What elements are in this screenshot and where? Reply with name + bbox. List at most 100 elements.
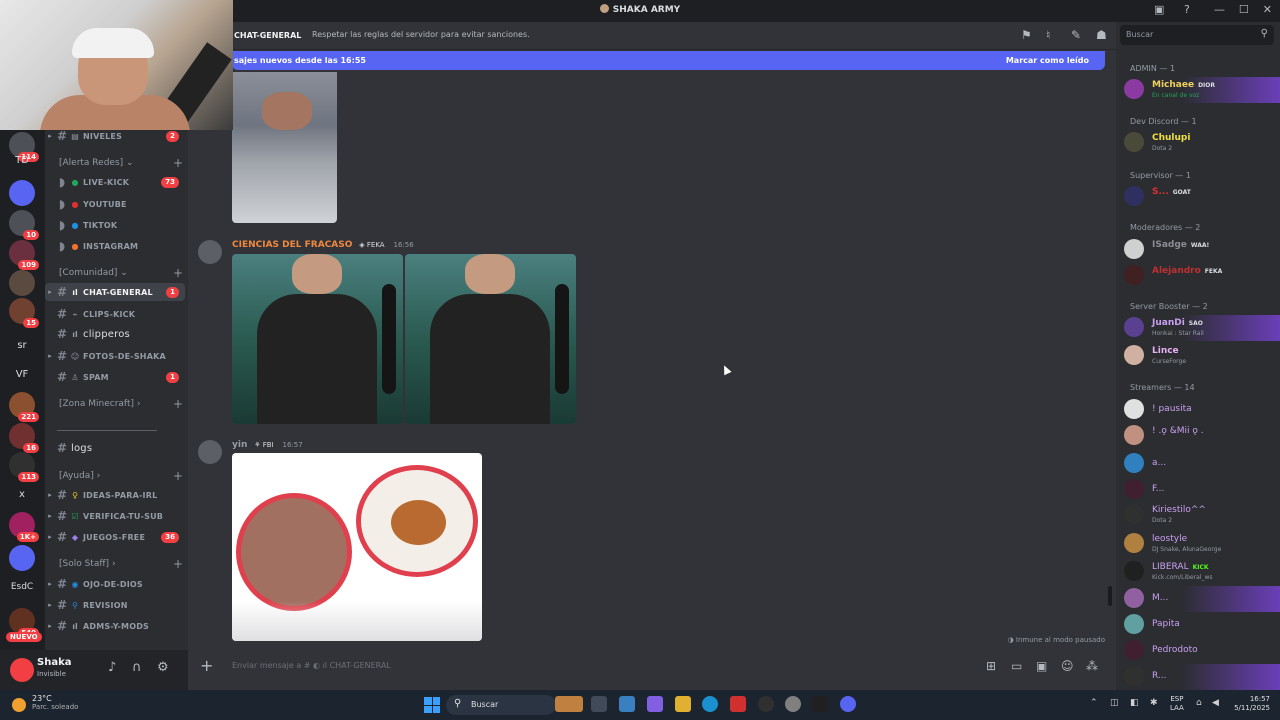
add-attachment-button[interactable]: +: [200, 656, 213, 675]
member-row[interactable]: M...: [1116, 586, 1280, 612]
discord-icon[interactable]: [840, 696, 856, 712]
category-zona-minecraft[interactable]: [Zona Minecraft] › +: [59, 397, 185, 411]
server-icon-vf[interactable]: VF: [9, 362, 35, 388]
copilot-icon[interactable]: [647, 696, 663, 712]
edge-icon[interactable]: [702, 696, 718, 712]
tray-chevron-icon[interactable]: ⌃: [1090, 698, 1098, 708]
new-messages-bar[interactable]: sajes nuevos desde las 16:55 Marcar como…: [232, 51, 1105, 70]
message-input[interactable]: Enviar mensaje a # ◐ ıl CHAT-GENERAL: [232, 661, 391, 670]
notepad-icon[interactable]: [619, 696, 635, 712]
channel-verifica-tu-sub[interactable]: ▸ # ☑ VERIFICA-TU-SUB: [45, 507, 185, 525]
close-button[interactable]: ✕: [1263, 3, 1272, 16]
channel-revision[interactable]: ▸ # ⚲ REVISION: [45, 596, 185, 614]
windows-start-icon[interactable]: [424, 697, 440, 713]
channel-niveles[interactable]: ▸ # ▤ NIVELES 2: [45, 130, 185, 145]
channel-clips-kick[interactable]: # ⌁ CLIPS-KICK: [45, 305, 185, 323]
tray-icon[interactable]: ◧: [1130, 698, 1139, 708]
image-attachment[interactable]: [232, 254, 403, 424]
obs-icon[interactable]: [758, 696, 774, 712]
weather-widget[interactable]: 23°C Parc. soleado: [12, 694, 78, 711]
emoji-icon[interactable]: ☺: [1061, 659, 1074, 673]
headphones-icon[interactable]: ∩: [132, 660, 142, 675]
member-row[interactable]: F...: [1116, 477, 1280, 503]
member-row[interactable]: Lince CurseForge: [1116, 343, 1280, 369]
server-icon-5[interactable]: [9, 270, 35, 296]
member-row[interactable]: leostyle DJ Snake, AlunaGeorge: [1116, 531, 1280, 557]
server-icon-3[interactable]: 10: [9, 210, 39, 240]
channel-ojo-de-dios[interactable]: ▸ # ◉ OJO-DE-DIOS: [45, 575, 185, 593]
taskbar-search[interactable]: ⚲ Buscar: [446, 695, 556, 715]
sticker-icon[interactable]: ▣: [1036, 659, 1047, 673]
app-icon[interactable]: [785, 696, 801, 712]
avatar[interactable]: [198, 440, 222, 464]
member-list-icon[interactable]: ☗: [1096, 28, 1107, 42]
category-ayuda[interactable]: [Ayuda] › +: [59, 469, 185, 483]
server-icon-td[interactable]: TD: [9, 148, 35, 174]
channel-adms-y-mods[interactable]: ▸ # ıl ADMS-Y-MODS: [45, 617, 185, 635]
add-channel-icon[interactable]: +: [173, 469, 183, 483]
member-row[interactable]: a...: [1116, 451, 1280, 477]
mark-as-read-button[interactable]: Marcar como leído: [1006, 56, 1089, 65]
member-row[interactable]: Michaee DIOR En canal de voz: [1116, 77, 1280, 103]
terminal-icon[interactable]: [812, 696, 828, 712]
server-icon-16[interactable]: 540: [9, 608, 39, 638]
help-icon[interactable]: ?: [1184, 3, 1190, 16]
member-row[interactable]: ! .ǫ &Mii ǫ .: [1116, 423, 1280, 449]
gift-icon[interactable]: ⊞: [986, 659, 996, 673]
server-icon-10[interactable]: 16: [9, 423, 39, 453]
member-row[interactable]: ISadge WAA!: [1116, 237, 1280, 263]
bluetooth-icon[interactable]: ✱: [1150, 698, 1158, 708]
settings-gear-icon[interactable]: ⚙: [157, 660, 169, 675]
avatar[interactable]: [198, 240, 222, 264]
tray-icon[interactable]: ◫: [1110, 698, 1119, 708]
channel-live-kick[interactable]: ◗ ● LIVE-KICK 73: [45, 173, 185, 191]
message-author[interactable]: CIENCIAS DEL FRACASO: [232, 240, 352, 250]
member-row[interactable]: JuanDi SAO Honkai : Star Rail: [1116, 315, 1280, 341]
channel-instagram[interactable]: ◗ ● INSTAGRAM: [45, 237, 185, 255]
search-input[interactable]: Buscar ⚲: [1120, 25, 1274, 45]
image-attachment[interactable]: [405, 254, 576, 424]
channel-logs[interactable]: # logs: [45, 439, 185, 457]
server-icon-esdc[interactable]: EsdC: [9, 574, 35, 600]
notifications-muted-icon[interactable]: ♮: [1046, 28, 1050, 42]
member-row[interactable]: Pedrodoto: [1116, 638, 1280, 664]
member-row[interactable]: R...: [1116, 664, 1280, 690]
message-author[interactable]: yin: [232, 440, 247, 450]
gif-icon[interactable]: ▭: [1011, 659, 1022, 673]
file-explorer-icon[interactable]: [675, 696, 691, 712]
member-row[interactable]: Papita: [1116, 612, 1280, 638]
member-row[interactable]: Chulupi Dota 2: [1116, 130, 1280, 156]
apps-icon[interactable]: ⁂: [1086, 659, 1098, 673]
message-composer[interactable]: + Enviar mensaje a # ◐ ıl CHAT-GENERAL ⊞…: [196, 653, 1108, 679]
maximize-button[interactable]: ☐: [1239, 3, 1249, 16]
search-highlight-icon[interactable]: [555, 696, 583, 712]
member-row[interactable]: ! pausita: [1116, 397, 1280, 423]
category-solo-staff[interactable]: [Solo Staff] › +: [59, 557, 185, 571]
task-view-icon[interactable]: [591, 696, 607, 712]
channel-fotos-de-shaka[interactable]: ▸ # ☺ FOTOS-DE-SHAKA: [45, 347, 185, 365]
server-icon-9[interactable]: 221: [9, 392, 39, 422]
channel-ideas-para-irl[interactable]: ▸ # ♀ IDEAS-PARA-IRL: [45, 486, 185, 504]
minimize-button[interactable]: —: [1214, 3, 1225, 16]
volume-icon[interactable]: ◀: [1212, 698, 1219, 708]
server-folder-icon-2[interactable]: [9, 545, 35, 571]
inbox-icon[interactable]: ▣: [1154, 3, 1164, 16]
channel-spam[interactable]: # ♙ SPAM 1: [45, 368, 185, 386]
category-comunidad[interactable]: [Comunidad] ⌄ +: [59, 266, 185, 280]
server-folder-icon[interactable]: [9, 180, 35, 206]
clock[interactable]: 16:57 5/11/2025: [1230, 695, 1270, 713]
language-indicator[interactable]: ESP LAA: [1170, 695, 1184, 713]
microphone-icon[interactable]: ♪: [108, 660, 116, 675]
server-icon-sr[interactable]: sr: [9, 333, 35, 359]
member-row[interactable]: S... GOAT: [1116, 184, 1280, 210]
add-channel-icon[interactable]: +: [173, 557, 183, 571]
server-icon-4[interactable]: 109: [9, 240, 39, 270]
avatar[interactable]: [10, 658, 34, 682]
threads-icon[interactable]: ⚑: [1021, 28, 1032, 42]
category-alerta-redes[interactable]: [Alerta Redes] ⌄ +: [59, 156, 185, 170]
channel-youtube[interactable]: ◗ ● YOUTUBE: [45, 195, 185, 213]
scrollbar[interactable]: [1108, 586, 1112, 606]
pin-icon[interactable]: ✎: [1071, 28, 1081, 42]
member-row[interactable]: LIBERAL KICK Kick.com/Liberal_ws: [1116, 559, 1280, 585]
channel-tiktok[interactable]: ◗ ● TIKTOK: [45, 216, 185, 234]
